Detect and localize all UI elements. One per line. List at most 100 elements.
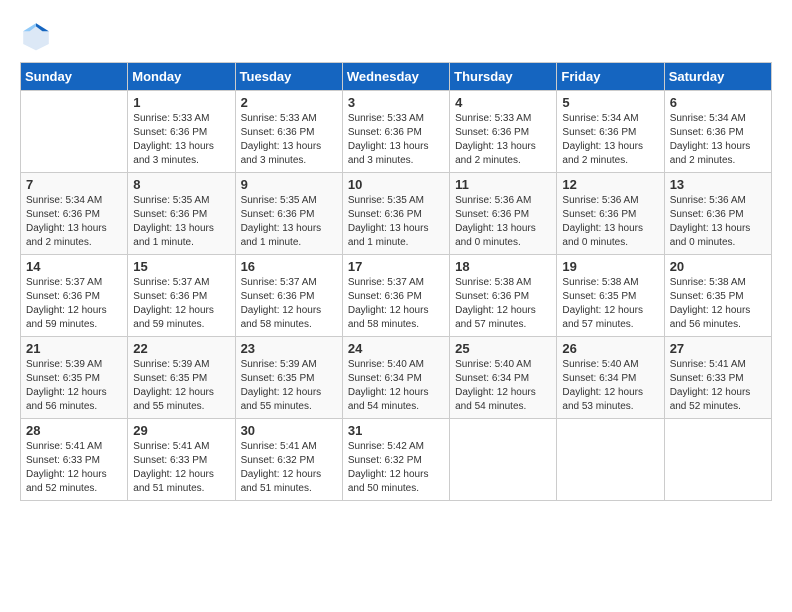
calendar-week-row: 1 Sunrise: 5:33 AM Sunset: 6:36 PM Daylig… — [21, 91, 772, 173]
day-number: 1 — [133, 95, 229, 110]
day-number: 13 — [670, 177, 766, 192]
weekday-header: Saturday — [664, 63, 771, 91]
day-info: Sunrise: 5:40 AM Sunset: 6:34 PM Dayligh… — [348, 358, 444, 414]
day-info: Sunrise: 5:42 AM Sunset: 6:32 PM Dayligh… — [348, 440, 444, 496]
calendar-cell: 19 Sunrise: 5:38 AM Sunset: 6:35 PM Dayli… — [557, 255, 664, 337]
calendar-cell: 2 Sunrise: 5:33 AM Sunset: 6:36 PM Daylig… — [235, 91, 342, 173]
day-info: Sunrise: 5:40 AM Sunset: 6:34 PM Dayligh… — [455, 358, 551, 414]
calendar-cell: 16 Sunrise: 5:37 AM Sunset: 6:36 PM Dayli… — [235, 255, 342, 337]
weekday-header: Friday — [557, 63, 664, 91]
day-info: Sunrise: 5:33 AM Sunset: 6:36 PM Dayligh… — [455, 112, 551, 168]
day-info: Sunrise: 5:39 AM Sunset: 6:35 PM Dayligh… — [133, 358, 229, 414]
day-info: Sunrise: 5:37 AM Sunset: 6:36 PM Dayligh… — [241, 276, 337, 332]
day-info: Sunrise: 5:36 AM Sunset: 6:36 PM Dayligh… — [670, 194, 766, 250]
day-number: 30 — [241, 423, 337, 438]
calendar-cell: 4 Sunrise: 5:33 AM Sunset: 6:36 PM Daylig… — [450, 91, 557, 173]
calendar-week-row: 14 Sunrise: 5:37 AM Sunset: 6:36 PM Dayli… — [21, 255, 772, 337]
calendar-cell: 30Sunrise: 5:41 AM Sunset: 6:32 PM Dayli… — [235, 419, 342, 501]
day-number: 11 — [455, 177, 551, 192]
calendar-cell: 10 Sunrise: 5:35 AM Sunset: 6:36 PM Dayli… — [342, 173, 449, 255]
logo — [20, 20, 58, 52]
day-info: Sunrise: 5:33 AM Sunset: 6:36 PM Dayligh… — [348, 112, 444, 168]
day-number: 17 — [348, 259, 444, 274]
weekday-header: Monday — [128, 63, 235, 91]
day-number: 19 — [562, 259, 658, 274]
day-number: 23 — [241, 341, 337, 356]
day-info: Sunrise: 5:38 AM Sunset: 6:35 PM Dayligh… — [670, 276, 766, 332]
calendar-cell: 1Sunrise: 5:33 AM Sunset: 6:36 PM Daylig… — [128, 91, 235, 173]
calendar-cell: 29 Sunrise: 5:41 AM Sunset: 6:33 PM Dayli… — [128, 419, 235, 501]
day-number: 10 — [348, 177, 444, 192]
day-number: 31 — [348, 423, 444, 438]
calendar-cell: 20 Sunrise: 5:38 AM Sunset: 6:35 PM Dayli… — [664, 255, 771, 337]
calendar-week-row: 21 Sunrise: 5:39 AM Sunset: 6:35 PM Dayli… — [21, 337, 772, 419]
day-info: Sunrise: 5:38 AM Sunset: 6:35 PM Dayligh… — [562, 276, 658, 332]
calendar-cell: 25 Sunrise: 5:40 AM Sunset: 6:34 PM Dayli… — [450, 337, 557, 419]
day-info: Sunrise: 5:39 AM Sunset: 6:35 PM Dayligh… — [241, 358, 337, 414]
day-number: 25 — [455, 341, 551, 356]
day-info: Sunrise: 5:36 AM Sunset: 6:36 PM Dayligh… — [455, 194, 551, 250]
weekday-header: Thursday — [450, 63, 557, 91]
header-row: SundayMondayTuesdayWednesdayThursdayFrid… — [21, 63, 772, 91]
day-number: 16 — [241, 259, 337, 274]
calendar-cell: 21 Sunrise: 5:39 AM Sunset: 6:35 PM Dayli… — [21, 337, 128, 419]
day-info: Sunrise: 5:36 AM Sunset: 6:36 PM Dayligh… — [562, 194, 658, 250]
calendar-week-row: 28 Sunrise: 5:41 AM Sunset: 6:33 PM Dayli… — [21, 419, 772, 501]
weekday-header: Sunday — [21, 63, 128, 91]
day-number: 14 — [26, 259, 122, 274]
calendar-cell — [21, 91, 128, 173]
day-number: 12 — [562, 177, 658, 192]
day-number: 20 — [670, 259, 766, 274]
day-number: 2 — [241, 95, 337, 110]
day-info: Sunrise: 5:34 AM Sunset: 6:36 PM Dayligh… — [670, 112, 766, 168]
day-info: Sunrise: 5:35 AM Sunset: 6:36 PM Dayligh… — [348, 194, 444, 250]
calendar-cell — [664, 419, 771, 501]
calendar-cell: 18 Sunrise: 5:38 AM Sunset: 6:36 PM Dayli… — [450, 255, 557, 337]
calendar-table: SundayMondayTuesdayWednesdayThursdayFrid… — [20, 62, 772, 501]
day-info: Sunrise: 5:39 AM Sunset: 6:35 PM Dayligh… — [26, 358, 122, 414]
day-number: 26 — [562, 341, 658, 356]
day-info: Sunrise: 5:41 AM Sunset: 6:33 PM Dayligh… — [133, 440, 229, 496]
day-number: 3 — [348, 95, 444, 110]
day-number: 7 — [26, 177, 122, 192]
calendar-cell: 12 Sunrise: 5:36 AM Sunset: 6:36 PM Dayli… — [557, 173, 664, 255]
day-info: Sunrise: 5:41 AM Sunset: 6:33 PM Dayligh… — [26, 440, 122, 496]
day-number: 28 — [26, 423, 122, 438]
weekday-header: Tuesday — [235, 63, 342, 91]
day-info: Sunrise: 5:35 AM Sunset: 6:36 PM Dayligh… — [241, 194, 337, 250]
calendar-week-row: 7Sunrise: 5:34 AM Sunset: 6:36 PM Daylig… — [21, 173, 772, 255]
day-number: 5 — [562, 95, 658, 110]
day-number: 29 — [133, 423, 229, 438]
calendar-cell: 15 Sunrise: 5:37 AM Sunset: 6:36 PM Dayli… — [128, 255, 235, 337]
day-number: 6 — [670, 95, 766, 110]
calendar-cell: 28 Sunrise: 5:41 AM Sunset: 6:33 PM Dayli… — [21, 419, 128, 501]
page-header — [20, 20, 772, 52]
calendar-cell — [557, 419, 664, 501]
day-info: Sunrise: 5:37 AM Sunset: 6:36 PM Dayligh… — [133, 276, 229, 332]
calendar-cell — [450, 419, 557, 501]
calendar-cell: 8Sunrise: 5:35 AM Sunset: 6:36 PM Daylig… — [128, 173, 235, 255]
day-number: 27 — [670, 341, 766, 356]
calendar-cell: 3 Sunrise: 5:33 AM Sunset: 6:36 PM Daylig… — [342, 91, 449, 173]
day-number: 8 — [133, 177, 229, 192]
day-number: 15 — [133, 259, 229, 274]
day-number: 18 — [455, 259, 551, 274]
calendar-cell: 22 Sunrise: 5:39 AM Sunset: 6:35 PM Dayli… — [128, 337, 235, 419]
calendar-cell: 5 Sunrise: 5:34 AM Sunset: 6:36 PM Daylig… — [557, 91, 664, 173]
day-number: 22 — [133, 341, 229, 356]
day-info: Sunrise: 5:38 AM Sunset: 6:36 PM Dayligh… — [455, 276, 551, 332]
calendar-cell: 31 Sunrise: 5:42 AM Sunset: 6:32 PM Dayli… — [342, 419, 449, 501]
day-number: 21 — [26, 341, 122, 356]
day-info: Sunrise: 5:33 AM Sunset: 6:36 PM Dayligh… — [241, 112, 337, 168]
calendar-cell: 11 Sunrise: 5:36 AM Sunset: 6:36 PM Dayli… — [450, 173, 557, 255]
day-number: 4 — [455, 95, 551, 110]
calendar-cell: 6 Sunrise: 5:34 AM Sunset: 6:36 PM Daylig… — [664, 91, 771, 173]
calendar-cell: 9 Sunrise: 5:35 AM Sunset: 6:36 PM Daylig… — [235, 173, 342, 255]
calendar-cell: 14Sunrise: 5:37 AM Sunset: 6:36 PM Dayli… — [21, 255, 128, 337]
calendar-cell: 27Sunrise: 5:41 AM Sunset: 6:33 PM Dayli… — [664, 337, 771, 419]
day-number: 9 — [241, 177, 337, 192]
day-info: Sunrise: 5:34 AM Sunset: 6:36 PM Dayligh… — [562, 112, 658, 168]
weekday-header: Wednesday — [342, 63, 449, 91]
calendar-cell: 26Sunrise: 5:40 AM Sunset: 6:34 PM Dayli… — [557, 337, 664, 419]
logo-icon — [20, 20, 52, 52]
